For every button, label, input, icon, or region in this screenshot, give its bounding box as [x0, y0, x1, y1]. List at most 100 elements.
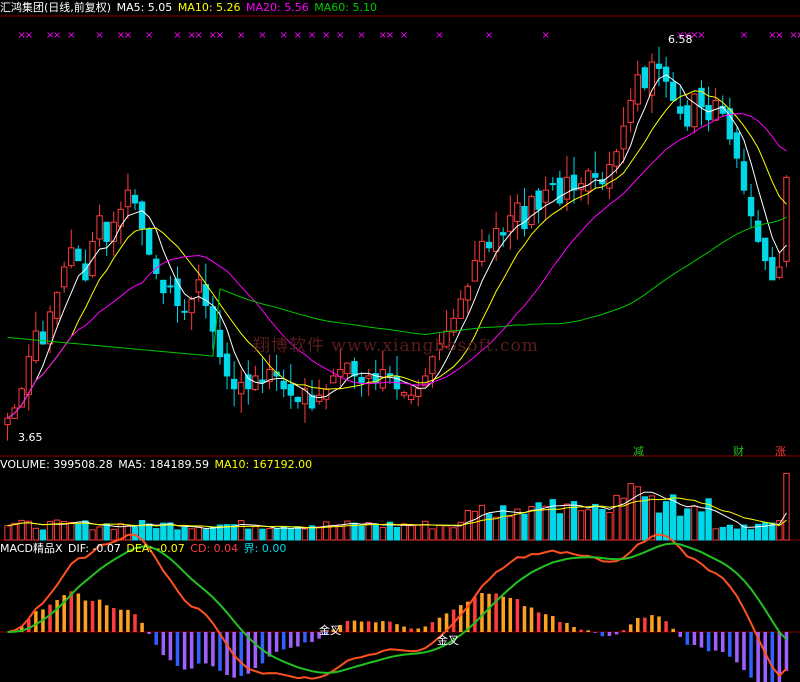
ma5-label: MA5: 5.05	[116, 1, 173, 14]
volume-bar	[280, 526, 287, 541]
candle-body	[705, 105, 712, 121]
signal-jian: 减	[633, 445, 644, 458]
candle-body	[32, 330, 40, 362]
volume-bar	[4, 525, 11, 541]
volume-bar	[124, 525, 132, 541]
macd-name: MACD精品X	[0, 542, 63, 555]
signal-marker: ×	[697, 30, 705, 41]
volume-bar	[613, 494, 620, 541]
candle-body	[535, 190, 542, 210]
candle-body	[733, 132, 741, 159]
candle-body	[68, 247, 75, 267]
volume-bar	[315, 526, 323, 541]
signal-marker: ×	[145, 30, 153, 41]
volume-bar	[691, 505, 698, 541]
signal-marker: ×	[775, 30, 783, 41]
signal-marker: ×	[294, 30, 302, 41]
dif-label: DIF: -0.07	[68, 542, 121, 555]
price-header: 汇鸿集团(日线,前复权) MA5: 5.05 MA10: 5.26 MA20: …	[0, 1, 379, 14]
candle-body	[747, 196, 755, 217]
candle-body	[776, 266, 783, 278]
candle-body	[521, 205, 528, 230]
volume-ma5-label: MA5: 184189.59	[118, 458, 209, 471]
candle-body	[500, 232, 507, 236]
candle-body	[216, 329, 224, 358]
candle-body	[549, 183, 556, 186]
gold-cross-label-2: 金叉	[437, 634, 459, 647]
volume-bar	[521, 513, 528, 541]
ma60-label: MA60: 5.10	[314, 1, 377, 14]
candle-body	[358, 376, 365, 383]
volume-bar	[563, 503, 571, 541]
volume-bar	[627, 483, 634, 541]
volume-bar	[577, 510, 585, 541]
candle-body	[592, 173, 599, 178]
candle-body	[301, 388, 309, 405]
candle-body	[450, 317, 457, 333]
volume-bar	[507, 515, 514, 541]
volume-bar	[648, 495, 656, 541]
candle-body	[677, 106, 684, 114]
volume-ma10-line	[7, 497, 787, 529]
macd-histogram	[12, 591, 789, 682]
jie-label: 界: 0.00	[243, 542, 287, 555]
volume-bar	[407, 525, 415, 541]
candle-body	[53, 292, 61, 319]
candle-body	[160, 279, 167, 294]
signal-marker: ×	[336, 30, 344, 41]
candle-body	[223, 353, 231, 377]
volume-bar	[138, 520, 146, 541]
candle-body	[110, 221, 117, 242]
dea-line	[7, 542, 788, 674]
candle-body	[514, 202, 521, 222]
candle-body	[315, 394, 323, 402]
dif-line	[7, 533, 788, 680]
ma10-label: MA10: 5.26	[177, 1, 241, 14]
volume-bar	[131, 526, 139, 541]
volume-bar	[195, 526, 202, 541]
signal-marker: ×	[357, 30, 365, 41]
cd-label: CD: 0.04	[190, 542, 239, 555]
volume-bar	[606, 511, 613, 541]
candle-body	[188, 298, 195, 314]
candle-body	[230, 378, 238, 390]
signal-marker: ×	[308, 30, 316, 41]
volume-bar	[238, 520, 245, 541]
volume-bar	[471, 510, 479, 541]
candle-body	[181, 310, 188, 313]
candle-body	[740, 161, 748, 191]
candle-body	[131, 194, 139, 204]
volume-bar	[322, 521, 330, 541]
volume-bars	[4, 472, 790, 541]
volume-bar	[429, 528, 436, 541]
volume-bar	[393, 526, 401, 541]
candle-body	[471, 260, 479, 282]
stock-title: 汇鸿集团(日线,前复权)	[0, 1, 112, 14]
candle-body	[492, 228, 500, 252]
volume-bar	[209, 526, 217, 541]
signal-marker: ×	[95, 30, 103, 41]
high-price-label: 6.58	[668, 33, 693, 46]
volume-bar	[684, 508, 691, 541]
volume-bar	[400, 523, 408, 541]
candle-body	[245, 374, 252, 390]
watermark: 翔博软件 www.xiangbosoft.com	[253, 336, 539, 356]
candle-body	[691, 93, 698, 128]
candles	[4, 46, 790, 441]
candle-body	[103, 221, 110, 242]
candle-body	[337, 369, 344, 377]
candle-body	[238, 381, 245, 395]
volume-bar	[464, 509, 472, 541]
volume-bar	[39, 529, 47, 541]
candle-body	[322, 388, 330, 400]
ma20-label: MA20: 5.56	[246, 1, 309, 14]
candle-body	[627, 99, 634, 123]
volume-bar	[174, 529, 181, 541]
signal-marker: ×	[740, 30, 748, 41]
signal-marker: ×	[53, 30, 61, 41]
volume-bar	[287, 528, 294, 541]
volume-bar	[259, 528, 266, 541]
macd-header: MACD精品X DIF: -0.07 DEA: -0.07 CD: 0.04 界…	[0, 542, 288, 555]
signal-marker: ×	[237, 30, 245, 41]
volume-bar	[181, 527, 188, 541]
